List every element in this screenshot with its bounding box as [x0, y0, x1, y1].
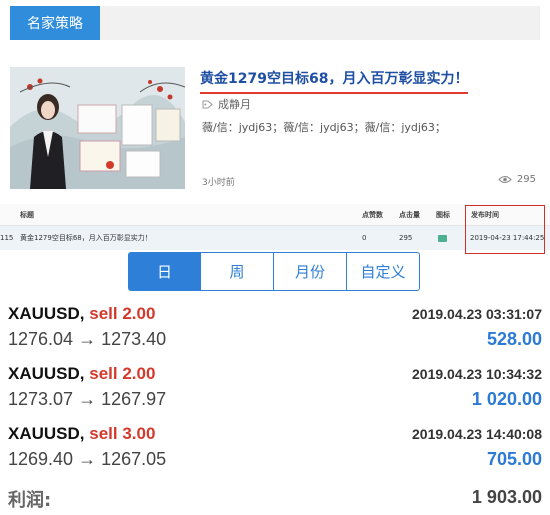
symbol-text: XAUUSD,: [8, 364, 85, 383]
trade-row[interactable]: XAUUSD, sell 3.00 2019.04.23 14:40:08 12…: [0, 418, 550, 478]
profit-summary: 利润: 1 903.00: [0, 482, 550, 515]
article-card[interactable]: 黄金1279空目标68，月入百万彰显实力！ 成静月 薇/信：jydj63；薇/信…: [0, 44, 550, 199]
article-headline[interactable]: 黄金1279空目标68，月入百万彰显实力！: [200, 68, 469, 94]
row-image-icon[interactable]: [438, 226, 447, 250]
eye-icon: [498, 176, 512, 183]
article-contact: 薇/信：jydj63；薇/信：jydj63；薇/信：jydj63；: [202, 121, 446, 134]
col-title: 标题: [20, 211, 34, 219]
time-ago: 3小时前: [202, 178, 235, 188]
trade-symbol: XAUUSD, sell 2.00: [8, 304, 155, 324]
tag-icon: [202, 100, 213, 108]
tab-custom[interactable]: 自定义: [347, 252, 420, 291]
thumbnail-image: [10, 67, 185, 189]
trade-row[interactable]: XAUUSD, sell 2.00 2019.04.23 03:31:07 12…: [0, 298, 550, 358]
trade-prices: 1269.40 → 1267.05: [8, 449, 167, 469]
trade-profit: 705.00: [486, 449, 542, 469]
row-clicks: 295: [399, 234, 413, 242]
author-name: 成静月: [218, 98, 251, 111]
col-likes: 点赞数: [362, 211, 383, 219]
trade-symbol: XAUUSD, sell 2.00: [8, 364, 155, 384]
trade-row[interactable]: XAUUSD, sell 2.00 2019.04.23 10:34:32 12…: [0, 358, 550, 418]
row-index: 115: [0, 234, 14, 242]
trade-datetime: 2019.04.23 03:31:07: [412, 306, 542, 322]
col-clicks: 点击量: [399, 211, 420, 219]
period-selector: 日 周 月份 自定义: [128, 252, 420, 291]
profit-total: 1 903.00: [471, 487, 542, 507]
symbol-text: XAUUSD,: [8, 424, 85, 443]
image-icon: [438, 234, 447, 242]
symbol-text: XAUUSD,: [8, 304, 85, 323]
trade-prices: 1273.07 → 1267.97: [8, 389, 167, 409]
tab-day[interactable]: 日: [128, 252, 201, 291]
view-count: 295: [498, 174, 536, 185]
author: 成静月: [202, 96, 251, 112]
trade-profit: 528.00: [486, 329, 542, 349]
trade-side: sell 2.00: [89, 364, 156, 383]
trade-history: XAUUSD, sell 2.00 2019.04.23 03:31:07 12…: [0, 298, 550, 515]
publish-time-highlight: [465, 205, 545, 254]
trade-datetime: 2019.04.23 14:40:08: [412, 426, 542, 442]
top-strip: 名家策略: [0, 0, 550, 44]
trade-side: sell 2.00: [89, 304, 156, 323]
view-count-value: 295: [516, 174, 536, 185]
trade-symbol: XAUUSD, sell 3.00: [8, 424, 155, 444]
row-likes: 0: [362, 234, 367, 242]
article-thumbnail[interactable]: [10, 67, 185, 189]
trade-datetime: 2019.04.23 10:34:32: [412, 366, 542, 382]
trade-profit: 1 020.00: [471, 389, 542, 409]
tab-month[interactable]: 月份: [274, 252, 347, 291]
tab-week[interactable]: 周: [201, 252, 274, 291]
profit-label: 利润:: [8, 490, 52, 511]
tab-famous-strategies[interactable]: 名家策略: [10, 6, 100, 40]
row-title[interactable]: 黄金1279空目标68，月入百万彰显实力！: [20, 226, 152, 250]
col-icon: 图标: [436, 211, 450, 219]
trade-side: sell 3.00: [89, 424, 156, 443]
trade-prices: 1276.04 → 1273.40: [8, 329, 167, 349]
